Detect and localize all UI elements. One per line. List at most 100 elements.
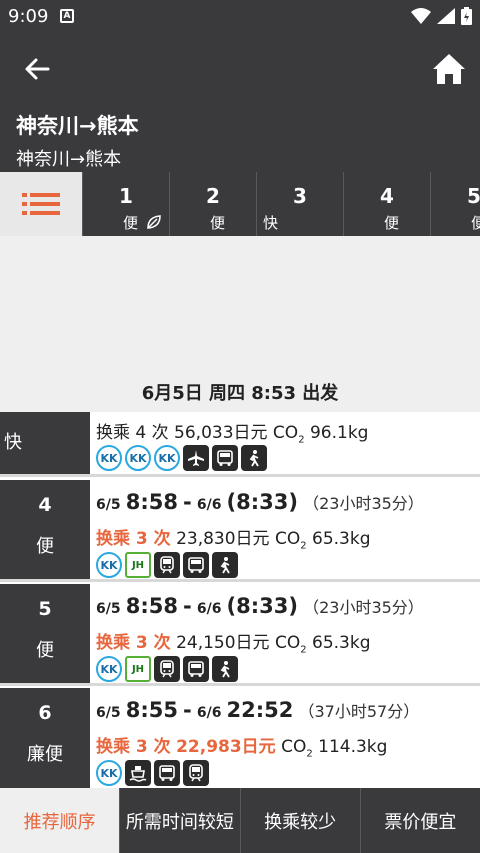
co2-label: CO2 (272, 423, 305, 446)
tab-number: 5 (467, 184, 480, 208)
list-icon (22, 193, 60, 215)
tab-route-5[interactable]: 5 便 (430, 172, 480, 236)
kk-icon: KK (154, 445, 180, 471)
duration: （37小时57分） (298, 702, 420, 721)
tab-route-1[interactable]: 1 便 (82, 172, 169, 236)
result-label-text: 快 (4, 432, 22, 453)
notification-icon: A (60, 9, 74, 23)
route-title: 神奈川→熊本 (16, 114, 139, 138)
walk-icon (241, 445, 267, 471)
route-subtitle: 神奈川→熊本 (16, 149, 122, 170)
arr-date: 6/6 (196, 705, 222, 721)
fare: 56,033日元 (174, 423, 268, 443)
back-arrow-icon[interactable] (22, 54, 52, 84)
sort-cheapest[interactable]: 票价便宜 (359, 788, 480, 853)
status-time: 9:09 (8, 6, 49, 27)
result-number: 4 (38, 494, 52, 516)
result-times: 6/5 8:55 - 6/6 22:52 （37小时57分） (96, 698, 420, 722)
tab-kind: 便 (384, 214, 400, 232)
arr-time: (8:33) (226, 594, 298, 618)
co2-value: 65.3kg (312, 633, 371, 653)
transfer-count: 换乘 3 次 (96, 737, 171, 757)
transport-icons: KK (96, 760, 209, 786)
arr-time: (8:33) (226, 490, 298, 514)
result-kind: 便 (36, 640, 54, 661)
jh-icon: JH (125, 656, 151, 682)
result-kind: 廉便 (27, 744, 63, 765)
result-summary: 换乘 3 次 23,830日元 CO2 65.3kg (96, 524, 371, 551)
bus-icon (183, 656, 209, 682)
transfer-count: 换乘 3 次 (96, 529, 171, 549)
tab-route-4[interactable]: 4 便 (343, 172, 430, 236)
route-tabs: 1 便 2 便 3 快 4 便 5 便 (0, 172, 480, 236)
bus-icon (212, 445, 238, 471)
sort-recommended[interactable]: 推荐顺序 (0, 788, 120, 853)
result-content: 6/5 8:55 - 6/6 22:52 （37小时57分） 换乘 3 次 22… (96, 688, 480, 788)
dep-date: 6/5 (96, 705, 121, 721)
co2-label: CO2 (281, 737, 313, 760)
kk-icon: KK (96, 656, 122, 682)
co2-label: CO2 (274, 633, 307, 656)
co2-label: CO2 (274, 529, 307, 552)
bus-icon (183, 552, 209, 578)
result-row[interactable]: 6 廉便 6/5 8:55 - 6/6 22:52 （37小时57分） 换乘 3… (0, 688, 480, 788)
fare: 22,983日元 (176, 737, 276, 757)
co2-value: 114.3kg (318, 737, 388, 757)
tab-kind: 便 (123, 214, 139, 232)
arr-time: 22:52 (226, 698, 294, 722)
status-icons (411, 7, 472, 25)
train-icon (183, 760, 209, 786)
kk-icon: KK (96, 445, 122, 471)
dep-time: 8:58 (125, 594, 178, 618)
battery-icon (461, 7, 472, 25)
result-label: 快 (0, 412, 90, 474)
result-content: 换乘 4 次 56,033日元 CO2 96.1kg KK KK KK (96, 412, 480, 474)
jh-icon: JH (125, 552, 151, 578)
plane-icon (183, 445, 209, 471)
eco-leaf-icon (147, 215, 161, 229)
route-overview-area: 6月5日 周四 8:53 出发 (0, 236, 480, 412)
kk-icon: KK (125, 445, 151, 471)
kk-icon: KK (96, 760, 122, 786)
kk-icon: KK (96, 552, 122, 578)
tab-route-2[interactable]: 2 便 (169, 172, 256, 236)
arr-date: 6/6 (196, 601, 222, 617)
result-row[interactable]: 快 换乘 4 次 56,033日元 CO2 96.1kg KK KK KK (0, 412, 480, 477)
bus-icon (154, 760, 180, 786)
home-icon[interactable] (432, 52, 466, 86)
train-icon (154, 656, 180, 682)
transport-icons: KK JH (96, 656, 238, 682)
tab-route-3[interactable]: 3 快 (256, 172, 343, 236)
result-times: 6/5 8:58 - 6/6 (8:33) （23小时35分） (96, 594, 424, 618)
result-times: 6/5 8:58 - 6/6 (8:33) （23小时35分） (96, 490, 424, 514)
transport-icons: KK KK KK (96, 445, 267, 471)
tab-number: 3 (293, 184, 307, 208)
result-number: 5 (38, 598, 52, 620)
dep-time: 8:58 (125, 490, 178, 514)
tab-kind: 快 (263, 214, 279, 232)
tab-number: 1 (119, 184, 133, 208)
dep-date: 6/5 (96, 601, 121, 617)
transport-icons: KK JH (96, 552, 238, 578)
result-kind: 便 (36, 536, 54, 557)
departure-time: 6月5日 周四 8:53 出发 (141, 383, 339, 404)
result-row[interactable]: 4 便 6/5 8:58 - 6/6 (8:33) （23小时35分） 换乘 3… (0, 480, 480, 582)
dep-time: 8:55 (125, 698, 178, 722)
sort-fewest-transfers[interactable]: 换乘较少 (239, 788, 360, 853)
co2-value: 96.1kg (309, 423, 369, 443)
result-content: 6/5 8:58 - 6/6 (8:33) （23小时35分） 换乘 3 次 2… (96, 480, 480, 579)
result-label: 4 便 (0, 480, 90, 579)
arr-date: 6/6 (196, 497, 222, 513)
result-row[interactable]: 5 便 6/5 8:58 - 6/6 (8:33) （23小时35分） 换乘 3… (0, 584, 480, 686)
tab-kind: 便 (210, 214, 226, 232)
dep-date: 6/5 (96, 497, 121, 513)
walk-icon (212, 656, 238, 682)
list-view-tab[interactable] (0, 172, 82, 236)
fare: 23,830日元 (176, 529, 270, 549)
result-summary: 换乘 4 次 56,033日元 CO2 96.1kg (96, 418, 368, 445)
ship-icon (125, 760, 151, 786)
sort-shortest-time[interactable]: 所需时间较短 (119, 788, 239, 853)
header: 神奈川→熊本 神奈川→熊本 (0, 34, 480, 172)
result-summary: 换乘 3 次 22,983日元 CO2 114.3kg (96, 732, 387, 759)
signal-icon (437, 8, 455, 24)
